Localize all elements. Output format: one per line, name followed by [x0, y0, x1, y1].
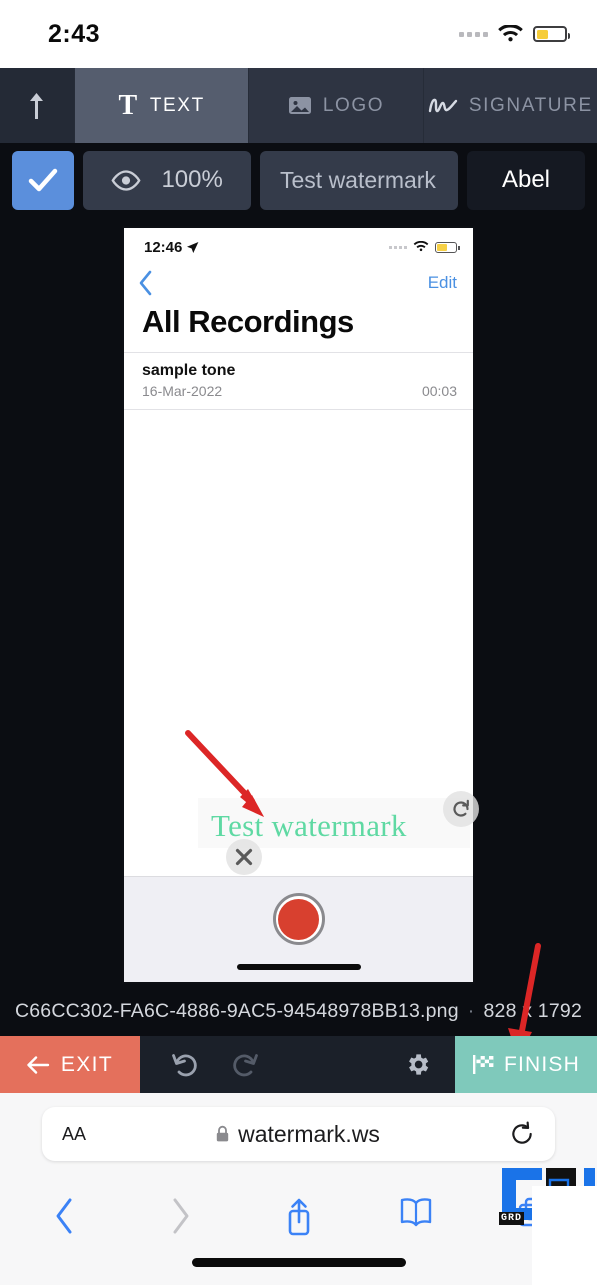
- file-info-bar: C66CC302-FA6C-4886-9AC5-94548978BB13.png…: [0, 990, 597, 1032]
- safari-url-display[interactable]: watermark.ws: [86, 1121, 509, 1148]
- preview-status-bar: 12:46: [124, 228, 473, 266]
- status-bar-time: 2:43: [48, 19, 101, 48]
- eye-icon: [111, 169, 141, 191]
- app-screen: 2:43 T TEXT LOGO SIGNATURE 100% Test wat…: [0, 0, 597, 1285]
- tab-signature[interactable]: SIGNATURE: [422, 68, 597, 143]
- arrow-left-icon: [27, 1055, 50, 1074]
- editor-tools: [140, 1036, 455, 1093]
- chevron-left-icon[interactable]: [138, 270, 153, 296]
- image-preview: 12:46 Edit All Recordings sample tone 16…: [122, 226, 475, 984]
- preview-nav-row: Edit: [124, 266, 473, 300]
- recording-date: 16-Mar-2022: [142, 383, 223, 399]
- font-selector-button[interactable]: Abel: [467, 150, 585, 210]
- safari-share-button[interactable]: [269, 1197, 329, 1237]
- redo-icon[interactable]: [230, 1052, 258, 1078]
- share-icon: [288, 1198, 309, 1236]
- file-name: C66CC302-FA6C-4886-9AC5-94548978BB13.png: [14, 999, 459, 1022]
- safari-url-text: watermark.ws: [238, 1120, 380, 1147]
- undo-icon[interactable]: [172, 1052, 200, 1078]
- corner-watermark-label: GRD: [499, 1212, 525, 1225]
- watermark-delete-handle[interactable]: [226, 839, 262, 875]
- finish-button[interactable]: FINISH: [455, 1036, 597, 1093]
- file-info-separator: ·: [467, 999, 475, 1022]
- watermark-rotate-handle[interactable]: [443, 791, 479, 827]
- corner-occlusion-block: [532, 1186, 597, 1285]
- safari-bookmarks-button[interactable]: [386, 1197, 446, 1227]
- safari-home-indicator: [191, 1258, 406, 1267]
- tab-signature-label: SIGNATURE: [468, 94, 593, 116]
- recording-list-item[interactable]: sample tone 16-Mar-2022 00:03: [124, 352, 473, 410]
- finish-label: FINISH: [503, 1052, 581, 1076]
- opacity-control[interactable]: 100%: [83, 150, 251, 210]
- text-size-button[interactable]: AA: [62, 1124, 86, 1145]
- upload-arrow-icon: [30, 92, 43, 119]
- recording-name: sample tone: [142, 362, 236, 379]
- record-circle-icon[interactable]: [272, 893, 325, 945]
- close-x-icon: [235, 848, 253, 866]
- editor-canvas[interactable]: 12:46 Edit All Recordings sample tone 16…: [0, 212, 597, 990]
- preview-page-title: All Recordings: [142, 304, 354, 339]
- chevron-left-icon: [56, 1198, 72, 1234]
- opacity-value: 100%: [161, 166, 223, 193]
- rotate-cw-icon: [453, 799, 469, 817]
- tab-text[interactable]: T TEXT: [74, 68, 249, 143]
- preview-wifi-icon: [413, 241, 429, 252]
- preview-edit-button[interactable]: Edit: [428, 273, 457, 293]
- reload-icon[interactable]: [509, 1121, 535, 1147]
- preview-status-indicators: [389, 241, 460, 253]
- battery-low-power-icon: [533, 26, 570, 42]
- safari-forward-button[interactable]: [151, 1197, 211, 1235]
- gear-icon[interactable]: [404, 1051, 431, 1078]
- wifi-icon: [498, 24, 523, 41]
- tab-logo[interactable]: LOGO: [248, 68, 422, 143]
- file-dimensions: 828 x 1792: [483, 999, 582, 1022]
- signal-dots-icon: [459, 31, 488, 37]
- status-bar-indicators: [459, 24, 570, 44]
- safari-back-button[interactable]: [34, 1197, 94, 1235]
- checkmark-icon: [28, 168, 58, 192]
- image-icon: [288, 95, 312, 116]
- preview-signal-dots-icon: [389, 245, 407, 249]
- tab-logo-label: LOGO: [322, 94, 385, 116]
- text-size-label: AA: [62, 1123, 87, 1144]
- recording-duration: 00:03: [421, 383, 457, 399]
- chevron-right-icon: [173, 1198, 189, 1234]
- exit-label: EXIT: [60, 1052, 114, 1076]
- preview-record-footer: [124, 876, 473, 982]
- text-t-icon: T: [118, 89, 139, 121]
- book-icon: [400, 1198, 431, 1227]
- tab-text-label: TEXT: [149, 94, 205, 116]
- preview-home-indicator: [236, 964, 361, 970]
- recording-meta: 16-Mar-2022 00:03: [142, 383, 457, 399]
- editor-action-bar: EXIT FINISH: [0, 1036, 597, 1093]
- preview-time: 12:46: [144, 239, 199, 256]
- preview-battery-icon: [435, 241, 460, 253]
- location-arrow-icon: [187, 241, 199, 253]
- safari-url-bar: AA watermark.ws: [0, 1093, 597, 1175]
- watermark-options-bar: 100% Test watermark Abel: [0, 149, 597, 211]
- upload-tab-button[interactable]: [0, 68, 74, 143]
- signature-icon: [428, 95, 458, 117]
- watermark-enabled-checkbox[interactable]: [12, 150, 74, 210]
- safari-address-field[interactable]: AA watermark.ws: [42, 1107, 555, 1161]
- exit-button[interactable]: EXIT: [0, 1036, 140, 1093]
- lock-icon: [215, 1125, 230, 1143]
- ios-status-bar: 2:43: [0, 0, 597, 68]
- watermark-text-input[interactable]: Test watermark: [260, 150, 458, 210]
- preview-time-label: 12:46: [144, 238, 183, 256]
- editor-tab-bar: T TEXT LOGO SIGNATURE: [0, 68, 597, 143]
- checkered-flag-icon: [472, 1055, 494, 1074]
